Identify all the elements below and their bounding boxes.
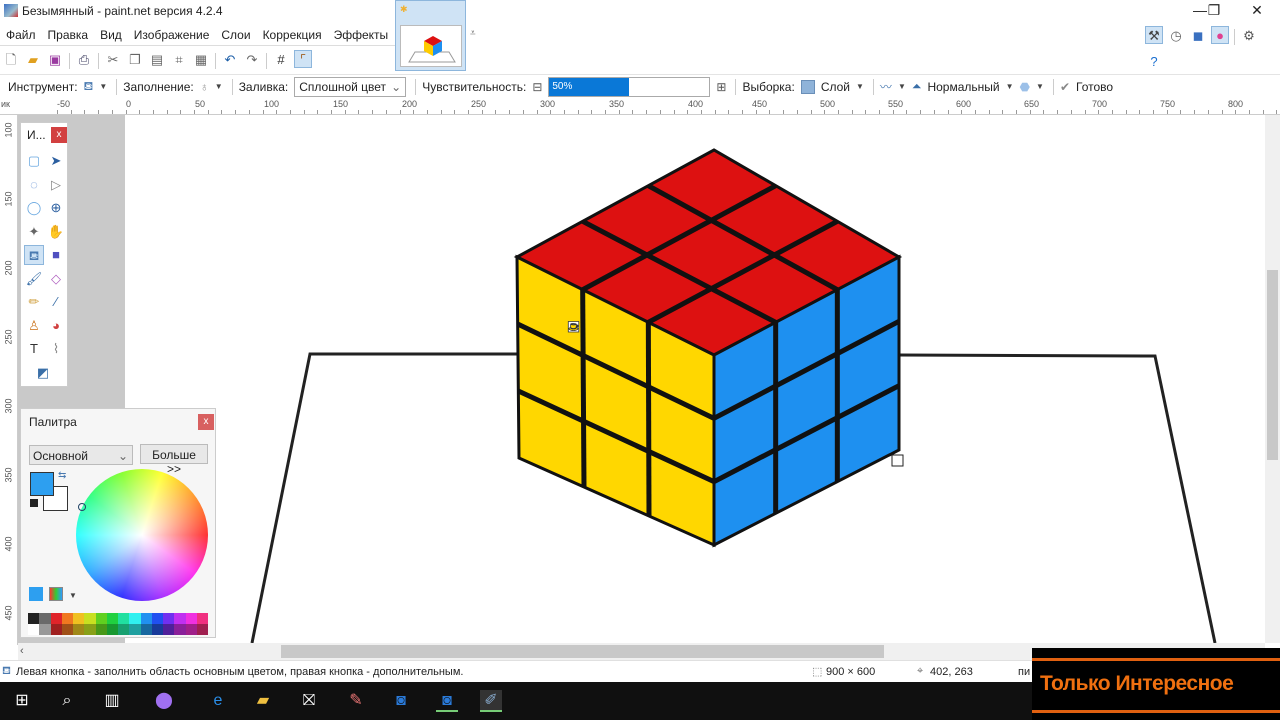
eraser-icon[interactable]: ◇ (46, 269, 66, 289)
palette-window: Палитра x Основной ⌄ Больше >> ⇆ ▼ (20, 408, 216, 638)
move-selection-icon[interactable]: ➤ (46, 151, 66, 171)
ellipse-select-icon[interactable]: ◯ (24, 198, 44, 218)
pencil-icon[interactable]: ✏ (24, 292, 44, 312)
palette-swatch[interactable] (28, 624, 40, 635)
paint-bucket-icon[interactable]: ⛾ (24, 245, 44, 265)
palette-swatch[interactable] (95, 613, 107, 624)
paint-app-icon[interactable]: ✎ (345, 690, 367, 712)
vertical-scrollbar[interactable] (1265, 115, 1280, 643)
primary-color-swatch[interactable] (30, 472, 54, 496)
palette-menu-icon[interactable] (49, 587, 63, 601)
cube-grid-line (580, 289, 587, 488)
line-curve-icon[interactable]: ⌇ (46, 339, 66, 359)
more-button[interactable]: Больше >> (140, 444, 208, 476)
magic-wand-icon[interactable]: ✦ (24, 222, 44, 242)
color-wheel-handle[interactable] (78, 503, 86, 511)
palette-swatch[interactable] (129, 613, 141, 624)
zoom-icon[interactable]: ⊕ (46, 198, 66, 218)
palette-swatch[interactable] (84, 613, 96, 624)
palette-swatch[interactable] (73, 624, 85, 635)
palette-swatch[interactable] (106, 613, 118, 624)
palette-swatch[interactable] (50, 613, 62, 624)
palette-swatch[interactable] (140, 613, 152, 624)
palette-swatch[interactable] (84, 624, 96, 635)
watermark-text: Только Интересное (1040, 672, 1234, 695)
status-hint: Левая кнопка - заполнить область основны… (16, 666, 464, 678)
text-icon[interactable]: T (24, 339, 44, 359)
palette-swatch[interactable] (185, 624, 197, 635)
image-size-icon: ⬚ (812, 666, 823, 678)
channel-watermark: Только Интересное (1032, 648, 1280, 720)
palette-swatch[interactable] (118, 624, 130, 635)
move-handle-icon (891, 454, 904, 467)
palette-swatch[interactable] (106, 624, 118, 635)
tools-window: И... x ▢ ➤ ◌ ▷ ◯ ⊕ ✦ ✋ ⛾ ■ 🖌 ◇ ✏ ⁄ ♙ ◕ T ⌇ ◩ (20, 122, 68, 387)
palette-swatch[interactable] (39, 624, 51, 635)
cursor-position-icon: ⌖ (917, 665, 924, 677)
move-selection-outline-icon[interactable]: ▷ (46, 175, 66, 195)
palette-swatch[interactable] (185, 613, 197, 624)
palette-swatch[interactable] (174, 624, 186, 635)
palette-swatch[interactable] (129, 624, 141, 635)
cursor-position: 402, 263 (930, 666, 973, 678)
scroll-left-icon[interactable]: ‹ (20, 645, 24, 657)
palette-swatch[interactable] (61, 624, 73, 635)
palette-swatch[interactable] (50, 624, 62, 635)
palette-close-button[interactable]: x (198, 414, 214, 430)
store-icon[interactable]: ⛝ (298, 690, 320, 712)
shapes-icon[interactable]: ◩ (33, 363, 53, 383)
tools-close-button[interactable]: x (51, 127, 67, 143)
table-outline-right (898, 353, 1217, 644)
horizontal-scroll-thumb[interactable] (281, 645, 884, 658)
palette-swatches (28, 613, 208, 635)
swap-colors-icon[interactable]: ⇆ (58, 470, 66, 481)
clone-stamp-icon[interactable]: ♙ (24, 316, 44, 336)
outlook-icon[interactable]: ◙ (390, 690, 412, 712)
units-select[interactable]: пи (1018, 666, 1030, 678)
add-color-icon[interactable] (29, 587, 43, 601)
palette-swatch[interactable] (151, 624, 163, 635)
palette-swatch[interactable] (95, 624, 107, 635)
color-wheel[interactable] (76, 469, 208, 601)
paint-bucket-status-icon: ⛾ (2, 665, 11, 677)
palette-swatch[interactable] (151, 613, 163, 624)
palette-swatch[interactable] (61, 613, 73, 624)
table-outline-left (250, 352, 517, 644)
cube-grid-line (645, 322, 652, 517)
palette-swatch[interactable] (174, 613, 186, 624)
palette-swatch[interactable] (28, 613, 40, 624)
alice-icon[interactable]: ⬤ (153, 690, 175, 712)
palette-swatch[interactable] (163, 624, 175, 635)
palette-swatch[interactable] (196, 613, 208, 624)
lasso-select-icon[interactable]: ◌ (24, 175, 44, 195)
pan-icon[interactable]: ✋ (46, 222, 66, 242)
palette-title: Палитра (29, 415, 77, 429)
tools-window-title: И... (27, 128, 46, 142)
palette-swatch[interactable] (163, 613, 175, 624)
rectangle-select-icon[interactable]: ▢ (24, 151, 44, 171)
start-icon[interactable]: ⊞ (11, 690, 33, 712)
gradient-icon[interactable]: ■ (46, 245, 66, 265)
palette-swatch[interactable] (140, 624, 152, 635)
color-picker-icon[interactable]: ⁄ (46, 292, 66, 312)
search-icon[interactable]: ⌕ (56, 690, 78, 712)
vertical-scroll-thumb[interactable] (1267, 270, 1278, 460)
file-explorer-icon[interactable]: ▰ (252, 690, 274, 712)
recolor-icon[interactable]: ◕ (46, 316, 66, 336)
palette-mode-value: Основной (33, 449, 89, 463)
palette-swatch[interactable] (118, 613, 130, 624)
outlook-2-icon[interactable]: ◙ (436, 690, 458, 712)
palette-mode-select[interactable]: Основной ⌄ (29, 445, 133, 465)
image-size: 900 × 600 (826, 666, 876, 678)
task-view-icon[interactable]: ▥ (101, 690, 123, 712)
palette-menu-dropdown-icon[interactable]: ▼ (69, 591, 77, 600)
palette-swatch[interactable] (73, 613, 85, 624)
paintnet-taskbar-icon[interactable]: ✐ (480, 690, 502, 712)
paint-bucket-cursor-icon: ⛾ (567, 319, 580, 336)
palette-swatch[interactable] (196, 624, 208, 635)
paintbrush-icon[interactable]: 🖌 (24, 269, 44, 289)
reset-colors-icon[interactable] (30, 499, 38, 507)
palette-swatch[interactable] (39, 613, 51, 624)
edge-icon[interactable]: e (207, 690, 229, 712)
